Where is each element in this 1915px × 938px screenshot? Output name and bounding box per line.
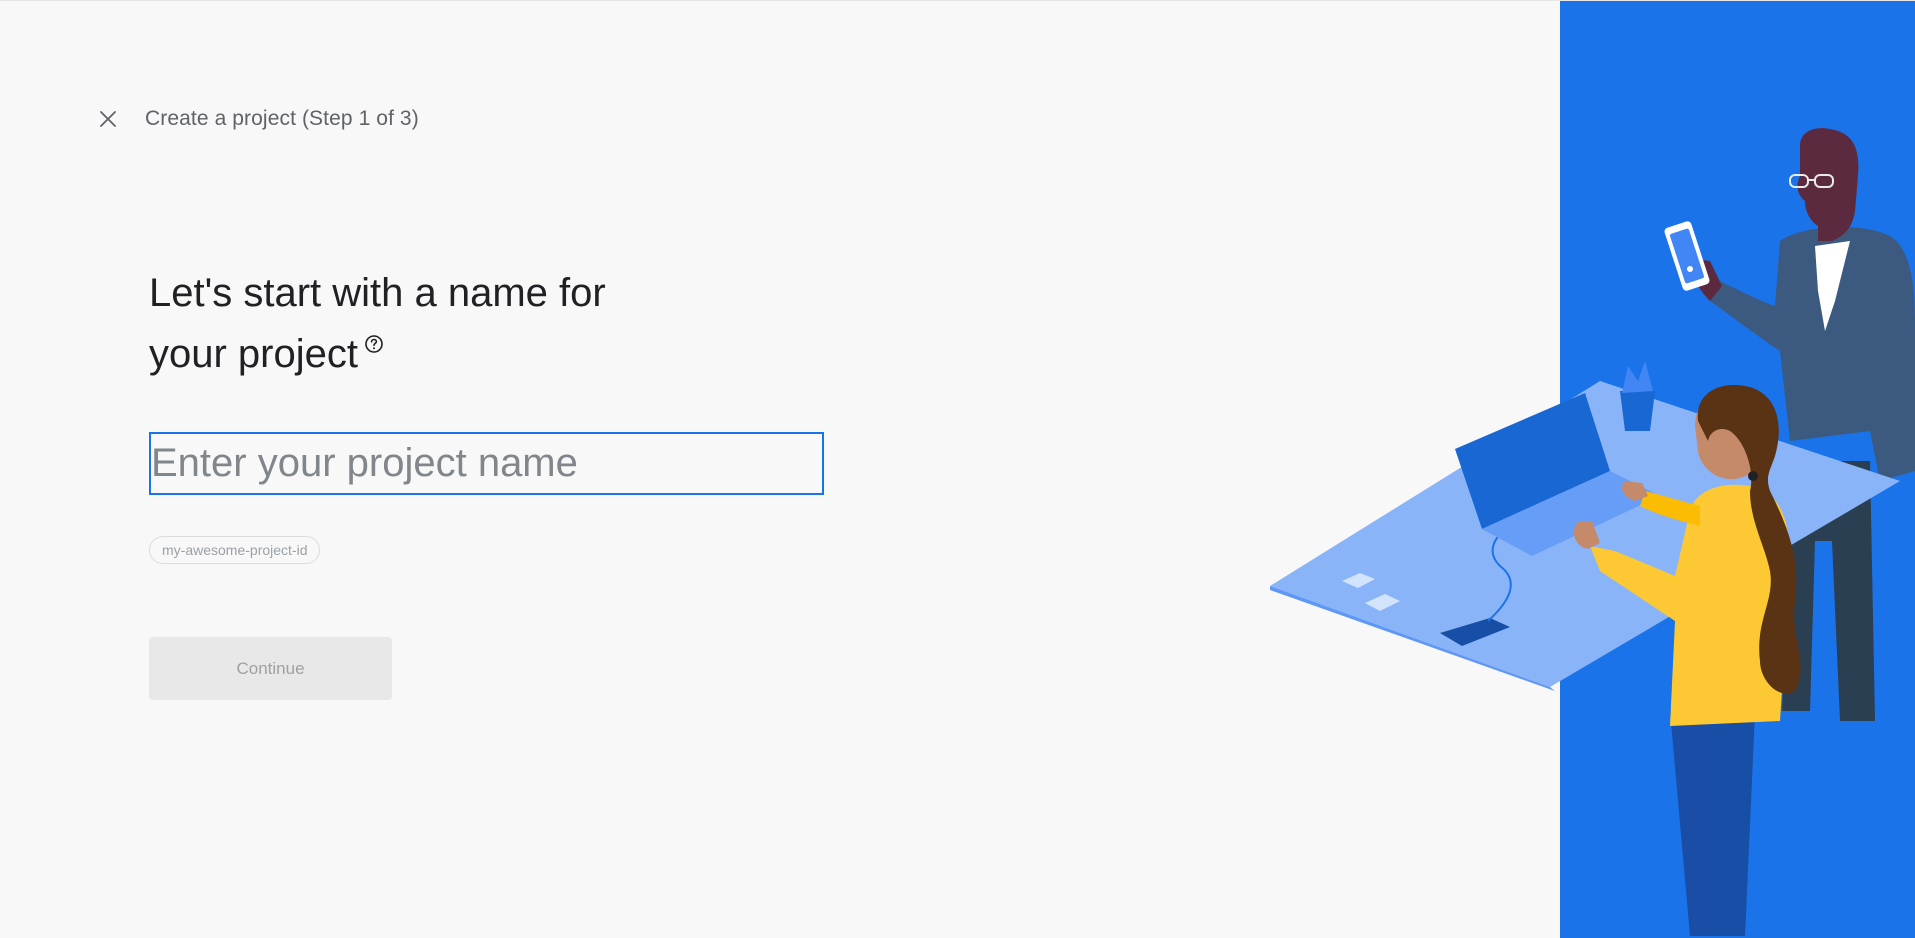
page-header: Create a project (Step 1 of 3) xyxy=(94,101,419,137)
plant-pot xyxy=(1620,391,1655,431)
close-icon xyxy=(100,111,116,127)
continue-button[interactable]: Continue xyxy=(149,637,392,700)
heading-line-1: Let's start with a name for xyxy=(149,271,606,315)
page-heading: Let's start with a name for your project xyxy=(149,263,709,385)
team-at-desk-illustration xyxy=(1270,1,1915,938)
project-id-chip[interactable]: my-awesome-project-id xyxy=(149,536,321,564)
hair-tie xyxy=(1748,471,1758,481)
step-title: Create a project (Step 1 of 3) xyxy=(145,107,419,130)
heading-line-2: your project xyxy=(149,332,358,376)
help-circle-icon[interactable] xyxy=(364,334,384,354)
close-button[interactable] xyxy=(94,105,122,133)
create-project-page: Create a project (Step 1 of 3) Let's sta… xyxy=(0,0,1915,938)
project-name-input[interactable] xyxy=(149,432,824,495)
